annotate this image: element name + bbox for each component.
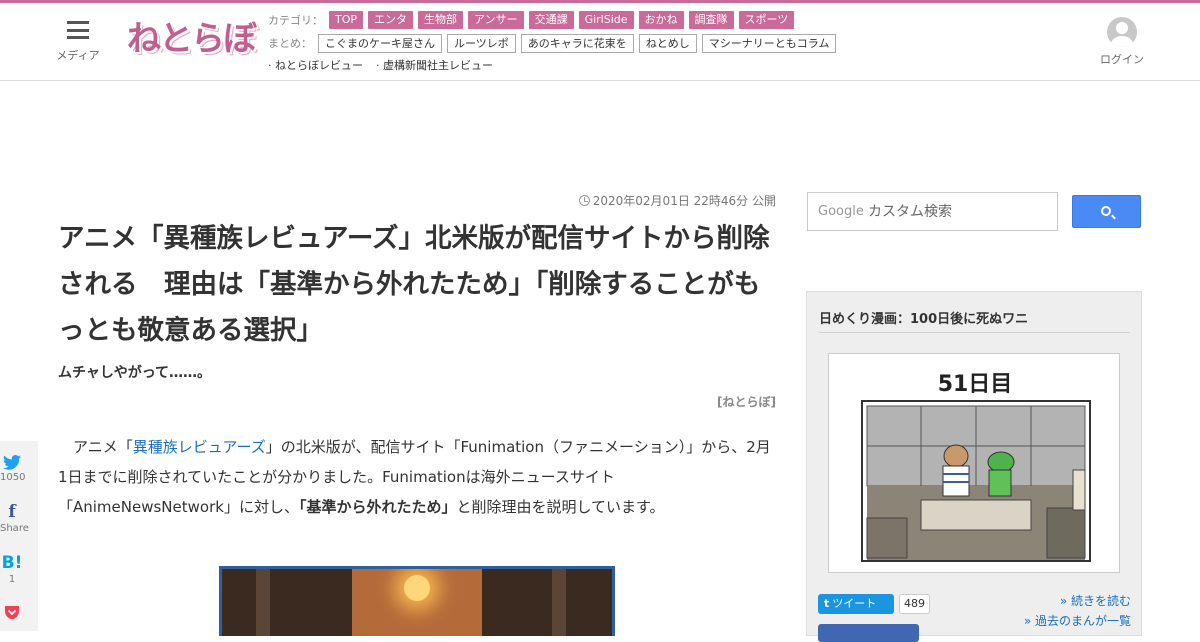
facebook-icon: f xyxy=(8,502,16,522)
tweet-count: 489 xyxy=(899,594,930,614)
article-title: アニメ「異種族レビュアーズ」北米版が配信サイトから削除される 理由は「基準から外… xyxy=(58,223,770,346)
daily-manga-widget: 日めくり漫画：100日後に死ぬワニ 51日目 t ツイート 489 » 続きを読… xyxy=(806,291,1142,642)
anime-title-link[interactable]: 異種族レビュアーズ xyxy=(133,438,266,456)
image-detail xyxy=(552,569,566,636)
site-logo[interactable]: ねとらぼ xyxy=(127,16,257,62)
category-link-answer[interactable]: アンサー xyxy=(468,10,524,29)
menu-icon xyxy=(67,21,89,39)
image-detail xyxy=(256,569,270,636)
tweet-button[interactable]: t ツイート xyxy=(818,594,894,614)
login-button[interactable]: ログイン xyxy=(1095,17,1149,67)
widget-title: 日めくり漫画：100日後に死ぬワニ xyxy=(819,312,1029,327)
category-link-research[interactable]: 調査隊 xyxy=(688,10,734,29)
article-subtitle: ムチャしやがって……。 xyxy=(58,365,212,381)
comic-panel[interactable]: 51日目 xyxy=(828,353,1120,573)
category-link-sports[interactable]: スポーツ xyxy=(738,10,795,29)
publish-date-text: 2020年02月01日 22時46分 公開 xyxy=(592,194,776,208)
tweet-button-label: ツイート xyxy=(832,597,877,610)
twitter-icon: t xyxy=(824,597,830,610)
review-nav: · ねとらぼレビュー · 虚構新聞社主レビュー xyxy=(268,57,506,73)
twitter-share-count: 1050 xyxy=(0,472,26,483)
site-header: メディア ねとらぼ カテゴリ： TOP エンタ 生物部 アンサー 交通課 Gir… xyxy=(0,3,1200,81)
image-detail xyxy=(404,575,430,601)
twitter-share-button[interactable]: 1050 xyxy=(0,455,26,484)
summary-nav-label: まとめ： xyxy=(268,37,312,50)
summary-link[interactable]: ルーツレポ xyxy=(447,33,516,53)
category-link-top[interactable]: TOP xyxy=(329,10,364,29)
media-menu-label: メディア xyxy=(56,49,100,62)
search-icon xyxy=(1101,206,1111,216)
summary-link[interactable]: マシーナリーともコラム xyxy=(701,33,837,53)
media-menu-button[interactable]: メディア xyxy=(55,21,101,63)
summary-nav: まとめ： こぐまのケーキ屋さん ルーツレポ あのキャラに花束を ねとめし マシー… xyxy=(268,33,841,53)
summary-link[interactable]: ねとめし xyxy=(638,33,697,53)
review-link[interactable]: · ねとらぼレビュー xyxy=(268,57,363,73)
summary-link[interactable]: あのキャラに花束を xyxy=(520,33,634,53)
category-link-biology[interactable]: 生物部 xyxy=(418,10,464,29)
clock-icon xyxy=(578,195,590,206)
category-nav: カテゴリ： TOP エンタ 生物部 アンサー 交通課 GirlSide おかね … xyxy=(268,10,799,29)
article-byline: [ねとらぼ] xyxy=(717,395,776,409)
category-link-traffic[interactable]: 交通課 xyxy=(528,10,574,29)
custom-search-box: Google xyxy=(807,192,1058,231)
user-icon xyxy=(1107,17,1137,47)
facebook-like-button[interactable] xyxy=(818,624,919,642)
share-sidebar: 1050 f Share B! 1 xyxy=(0,441,38,631)
past-manga-link[interactable]: » 過去のまんが一覧 xyxy=(1024,611,1131,631)
facebook-share-button[interactable]: f Share xyxy=(0,502,29,535)
paragraph-text: と削除理由を説明しています。 xyxy=(456,498,665,516)
hatena-bookmark-count: 1 xyxy=(8,574,16,585)
search-input[interactable] xyxy=(868,199,1053,225)
pocket-icon xyxy=(5,606,19,619)
hatena-icon: B! xyxy=(1,553,23,573)
category-link-money[interactable]: おかね xyxy=(638,10,684,29)
article-image xyxy=(219,566,615,636)
read-more-link[interactable]: » 続きを読む xyxy=(1024,591,1131,611)
summary-link[interactable]: こぐまのケーキ屋さん xyxy=(318,33,442,53)
comic-illustration xyxy=(861,400,1091,562)
publish-date: 2020年02月01日 22時46分 公開 xyxy=(560,192,776,209)
category-nav-label: カテゴリ： xyxy=(268,13,323,27)
pocket-button[interactable] xyxy=(0,605,24,620)
login-label: ログイン xyxy=(1100,53,1144,66)
review-link[interactable]: · 虚構新聞社主レビュー xyxy=(376,57,493,73)
google-label: Google xyxy=(818,204,864,219)
twitter-icon xyxy=(3,455,21,470)
category-link-girlside[interactable]: GirlSide xyxy=(578,10,634,29)
article-paragraph: アニメ「異種族レビュアーズ」の北米版が、配信サイト「Funimation（ファニ… xyxy=(58,432,778,522)
site-logo-text: ねとらぼ xyxy=(127,19,257,59)
category-link-enta[interactable]: エンタ xyxy=(368,10,414,29)
comic-day-label: 51日目 xyxy=(937,372,1013,397)
paragraph-text: アニメ「 xyxy=(58,438,133,456)
widget-divider xyxy=(819,332,1130,333)
facebook-share-label: Share xyxy=(0,523,29,534)
paragraph-emphasis: 「基準から外れたため」 xyxy=(298,498,457,516)
widget-links: » 続きを読む » 過去のまんが一覧 xyxy=(1024,591,1131,631)
search-button[interactable] xyxy=(1072,195,1141,228)
hatena-bookmark-button[interactable]: B! 1 xyxy=(0,554,24,586)
